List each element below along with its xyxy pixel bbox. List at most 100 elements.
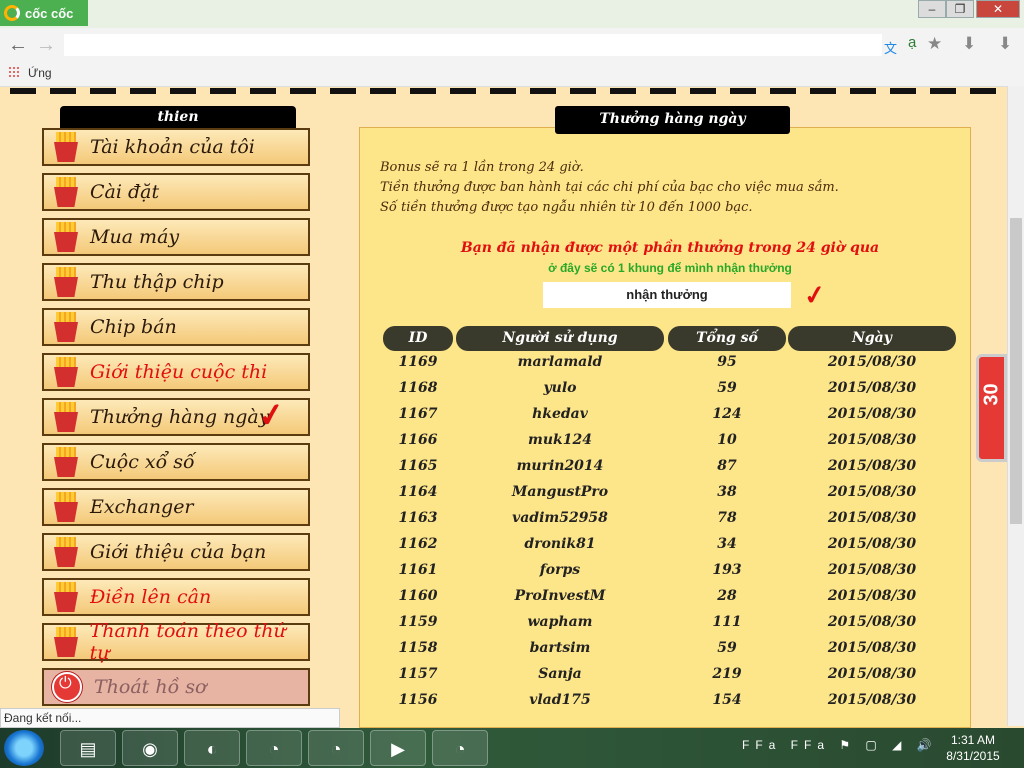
sidebar-item-label: Giới thiệu cuộc thi xyxy=(90,361,268,383)
cell-total: 219 xyxy=(712,666,742,682)
cell-id: 1159 xyxy=(398,614,438,630)
sidebar-item-label: Exchanger xyxy=(90,496,194,518)
cell-id: 1160 xyxy=(398,588,438,604)
coccoc-taskbar-icon[interactable]: ◔ xyxy=(432,730,488,766)
sidebar-item-label: Thưởng hàng ngày xyxy=(90,406,270,428)
cell-user: bartsim xyxy=(529,640,591,656)
cell-total: 154 xyxy=(712,692,742,708)
sidebar-item-payment[interactable]: Thanh toán theo thứ tự xyxy=(42,620,310,664)
fries-icon xyxy=(54,267,78,297)
forward-icon[interactable]: → xyxy=(36,34,56,57)
cell-date: 2015/08/30 xyxy=(827,432,917,448)
cell-total: 95 xyxy=(717,354,737,370)
sidebar-item-label: Mua máy xyxy=(90,226,180,248)
explorer-taskbar-icon[interactable]: ▤ xyxy=(60,730,116,766)
cell-id: 1168 xyxy=(398,380,438,396)
cell-date: 2015/08/30 xyxy=(827,588,917,604)
cell-date: 2015/08/30 xyxy=(827,510,917,526)
sidebar-item-label: Thu thập chip xyxy=(90,271,224,293)
coccoc-leaf-icon xyxy=(4,5,20,21)
sidebar-item-label: Cài đặt xyxy=(90,181,160,203)
sidebar-item-referrals[interactable]: Giới thiệu của bạn xyxy=(42,533,310,571)
sidebar-item-label: Tài khoản của tôi xyxy=(90,136,255,158)
info-line: Tiền thưởng được ban hành tại các chi ph… xyxy=(380,180,839,195)
cell-date: 2015/08/30 xyxy=(827,380,917,396)
sidebar-item-label: Điền lên cân xyxy=(90,586,212,608)
cell-id: 1156 xyxy=(398,692,438,708)
annotation-hint: ở đây sẽ có 1 khung để mình nhận thưởng xyxy=(548,261,792,275)
logout-label: Thoát hồ sơ xyxy=(94,676,207,698)
sidebar-item-sell-chips[interactable]: Chip bán xyxy=(42,308,310,346)
system-tray[interactable]: FFa FFa ⚑ ▢ ◢ 🔊 xyxy=(742,738,938,752)
sidebar-item-buy-machine[interactable]: Mua máy xyxy=(42,218,310,256)
cell-id: 1169 xyxy=(398,354,438,370)
coccoc-taskbar-icon[interactable]: ◔ xyxy=(308,730,364,766)
fries-icon xyxy=(54,492,78,522)
scrollbar-thumb[interactable] xyxy=(1010,218,1022,524)
address-bar[interactable] xyxy=(64,34,882,56)
clock-date: 8/31/2015 xyxy=(946,749,1000,763)
sidebar-item-exchanger[interactable]: Exchanger xyxy=(42,488,310,526)
cell-total: 10 xyxy=(717,432,737,448)
fries-icon xyxy=(54,222,78,252)
cell-date: 2015/08/30 xyxy=(827,692,917,708)
bookmark-apps[interactable]: Ứng xyxy=(28,66,52,80)
sidebar-item-lottery[interactable]: Cuộc xổ số xyxy=(42,443,310,481)
menu-icon[interactable]: ⬇ xyxy=(998,34,1012,54)
minimize-button[interactable]: – xyxy=(918,0,946,18)
cell-user: Sanja xyxy=(538,666,582,682)
close-button[interactable]: ✕ xyxy=(976,0,1020,18)
sidebar-item-collect-chips[interactable]: Thu thập chip xyxy=(42,263,310,301)
browser-logo[interactable]: cốc cốc xyxy=(0,0,88,26)
username-header: thien xyxy=(60,106,296,128)
cell-date: 2015/08/30 xyxy=(827,406,917,422)
language-icon[interactable]: ạ xyxy=(908,34,916,51)
cell-user: MangustPro xyxy=(511,484,609,500)
chrome-taskbar-icon[interactable]: ◉ xyxy=(122,730,178,766)
side-counter-badge[interactable]: 30 xyxy=(976,354,1007,462)
sidebar-item-deposit[interactable]: Điền lên cân xyxy=(42,578,310,616)
fries-icon xyxy=(54,312,78,342)
cell-user: dronik81 xyxy=(524,536,596,552)
fries-icon xyxy=(54,537,78,567)
sidebar-item-contest[interactable]: Giới thiệu cuộc thi xyxy=(42,353,310,391)
cell-total: 34 xyxy=(717,536,737,552)
cell-date: 2015/08/30 xyxy=(827,562,917,578)
page-scrollbar[interactable] xyxy=(1007,86,1024,726)
cell-id: 1165 xyxy=(398,458,438,474)
taskbar-clock[interactable]: 1:31 AM 8/31/2015 xyxy=(940,732,1006,764)
fries-icon xyxy=(54,402,78,432)
coccoc-taskbar-icon[interactable]: ◔ xyxy=(246,730,302,766)
cell-total: 38 xyxy=(717,484,737,500)
panel-title: Thưởng hàng ngày xyxy=(555,106,790,134)
cell-id: 1162 xyxy=(398,536,438,552)
claim-bonus-button[interactable]: nhận thưởng xyxy=(543,282,791,308)
checkmark-annotation: ✓ xyxy=(801,278,828,312)
media-player-taskbar-icon[interactable]: ▶ xyxy=(370,730,426,766)
fries-icon xyxy=(54,627,78,657)
back-icon[interactable]: ← xyxy=(8,34,28,57)
cell-user: wapham xyxy=(527,614,593,630)
cell-user: vadim52958 xyxy=(512,510,608,526)
star-icon[interactable]: ★ xyxy=(927,34,942,54)
maximize-button[interactable]: ❐ xyxy=(946,0,974,18)
firefox-taskbar-icon[interactable]: ◐ xyxy=(184,730,240,766)
apps-icon[interactable] xyxy=(8,66,20,78)
translate-icon[interactable]: 文 xyxy=(884,38,897,57)
info-line: Bonus sẽ ra 1 lần trong 24 giờ. xyxy=(380,160,584,175)
start-button[interactable] xyxy=(4,730,44,766)
cell-date: 2015/08/30 xyxy=(827,354,917,370)
sidebar-item-label: Thanh toán theo thứ tự xyxy=(89,620,286,664)
fries-icon xyxy=(54,447,78,477)
info-line: Số tiền thưởng được tạo ngẫu nhiên từ 10… xyxy=(380,200,753,215)
sidebar-item-settings[interactable]: Cài đặt xyxy=(42,173,310,211)
cell-id: 1163 xyxy=(398,510,438,526)
logout-button[interactable]: Thoát hồ sơ xyxy=(42,668,310,706)
cell-user: muk124 xyxy=(528,432,592,448)
download-icon[interactable]: ⬇ xyxy=(962,34,976,54)
sidebar-item-account[interactable]: Tài khoản của tôi xyxy=(42,128,310,166)
checkmark-annotation: ✓ xyxy=(255,395,288,435)
taskbar: ▤ ◉ ◐ ◔ ◔ ▶ ◔ FFa FFa ⚑ ▢ ◢ 🔊 1:31 AM 8/… xyxy=(0,728,1024,768)
cell-user: yulo xyxy=(543,380,577,396)
clock-time: 1:31 AM xyxy=(950,733,996,747)
